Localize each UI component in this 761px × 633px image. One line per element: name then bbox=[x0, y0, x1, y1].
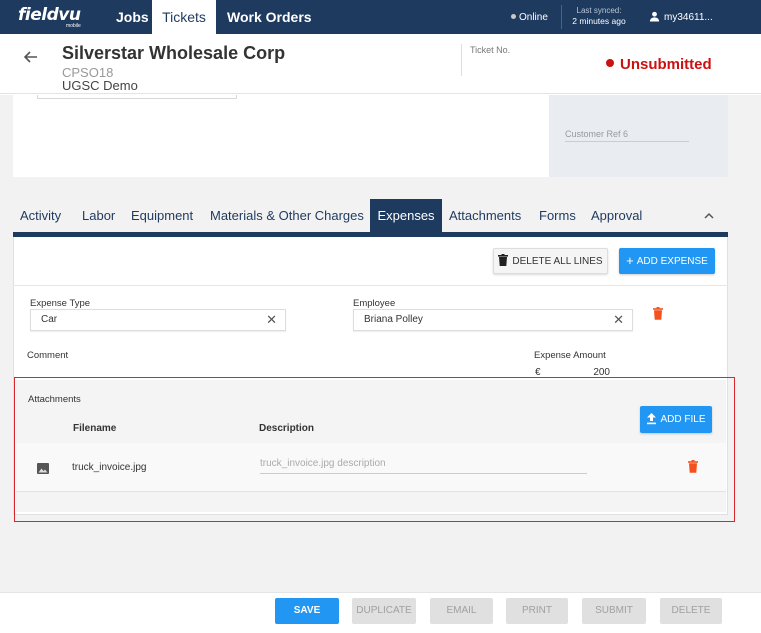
tab-approval[interactable]: Approval bbox=[591, 199, 642, 232]
ticket-number-label: Ticket No. bbox=[470, 45, 511, 55]
status-text: Unsubmitted bbox=[620, 56, 712, 73]
online-label: Online bbox=[519, 12, 548, 23]
tab-labor[interactable]: Labor bbox=[82, 199, 115, 232]
divider bbox=[13, 285, 728, 286]
field-underline bbox=[565, 141, 689, 142]
save-button[interactable]: SAVE bbox=[275, 598, 339, 624]
customer-ref-6-field[interactable]: Customer Ref 6 bbox=[565, 129, 628, 139]
user-name: my34611... bbox=[664, 12, 713, 23]
employee-label: Employee bbox=[353, 298, 396, 309]
last-synced-label: Last synced: bbox=[576, 6, 622, 15]
nav-tickets[interactable]: Tickets bbox=[152, 0, 216, 34]
clear-icon[interactable]: ✕ bbox=[266, 310, 277, 330]
ticket-header: Silverstar Wholesale Corp CPSO18 UGSC De… bbox=[0, 34, 761, 94]
employee-select[interactable]: Briana Polley ✕ bbox=[353, 309, 633, 331]
chevron-up-icon[interactable] bbox=[704, 207, 714, 222]
highlight-box bbox=[14, 377, 735, 522]
user-menu[interactable]: my34611... bbox=[649, 11, 713, 23]
divider bbox=[561, 5, 562, 29]
ticket-tabs: Activity Labor Equipment Materials & Oth… bbox=[13, 199, 728, 232]
add-expense-button[interactable]: + ADD EXPENSE bbox=[619, 248, 715, 274]
online-status: Online bbox=[511, 12, 548, 23]
status-dot-icon bbox=[606, 59, 614, 67]
expense-type-label: Expense Type bbox=[30, 298, 91, 309]
back-arrow-icon[interactable] bbox=[23, 50, 38, 68]
status-badge: Unsubmitted bbox=[606, 56, 712, 73]
trash-icon bbox=[498, 254, 509, 266]
user-icon bbox=[649, 11, 660, 22]
divider bbox=[461, 44, 462, 76]
delete-all-label: DELETE ALL LINES bbox=[512, 256, 603, 267]
delete-all-lines-button[interactable]: DELETE ALL LINES bbox=[493, 248, 608, 274]
app-logo[interactable]: fieldvu bbox=[18, 5, 81, 25]
tab-expenses[interactable]: Expenses bbox=[370, 199, 442, 232]
tab-forms[interactable]: Forms bbox=[539, 199, 576, 232]
expense-type-value: Car bbox=[41, 314, 58, 325]
clear-icon[interactable]: ✕ bbox=[613, 310, 624, 330]
last-synced-time: 2 minutes ago bbox=[572, 16, 626, 26]
customer-name: Silverstar Wholesale Corp bbox=[62, 43, 286, 63]
tab-activity[interactable]: Activity bbox=[20, 199, 61, 232]
print-button[interactable]: PRINT bbox=[506, 598, 568, 624]
expense-type-select[interactable]: Car ✕ bbox=[30, 309, 286, 331]
plus-icon: + bbox=[626, 253, 634, 268]
nav-work-orders[interactable]: Work Orders bbox=[227, 0, 312, 34]
email-button[interactable]: EMAIL bbox=[430, 598, 493, 624]
logo-subtitle: mobile bbox=[66, 23, 81, 29]
top-nav: fieldvu mobile Jobs Tickets Work Orders … bbox=[0, 0, 761, 34]
duplicate-button[interactable]: DUPLICATE bbox=[352, 598, 416, 624]
nav-jobs[interactable]: Jobs bbox=[116, 0, 149, 34]
tab-materials[interactable]: Materials & Other Charges bbox=[210, 199, 364, 232]
expense-amount-label: Expense Amount bbox=[534, 350, 606, 361]
details-field[interactable] bbox=[37, 95, 237, 99]
status-dot-icon bbox=[511, 14, 516, 19]
tab-equipment[interactable]: Equipment bbox=[131, 199, 193, 232]
add-expense-label: ADD EXPENSE bbox=[636, 256, 708, 267]
organization-name: UGSC Demo bbox=[62, 78, 138, 93]
trash-icon[interactable] bbox=[653, 307, 663, 325]
submit-button[interactable]: SUBMIT bbox=[582, 598, 646, 624]
employee-value: Briana Polley bbox=[364, 314, 423, 325]
tab-attachments[interactable]: Attachments bbox=[449, 199, 521, 232]
comment-label: Comment bbox=[27, 350, 69, 361]
delete-button[interactable]: DELETE bbox=[660, 598, 722, 624]
last-synced: Last synced: 2 minutes ago bbox=[566, 6, 632, 26]
